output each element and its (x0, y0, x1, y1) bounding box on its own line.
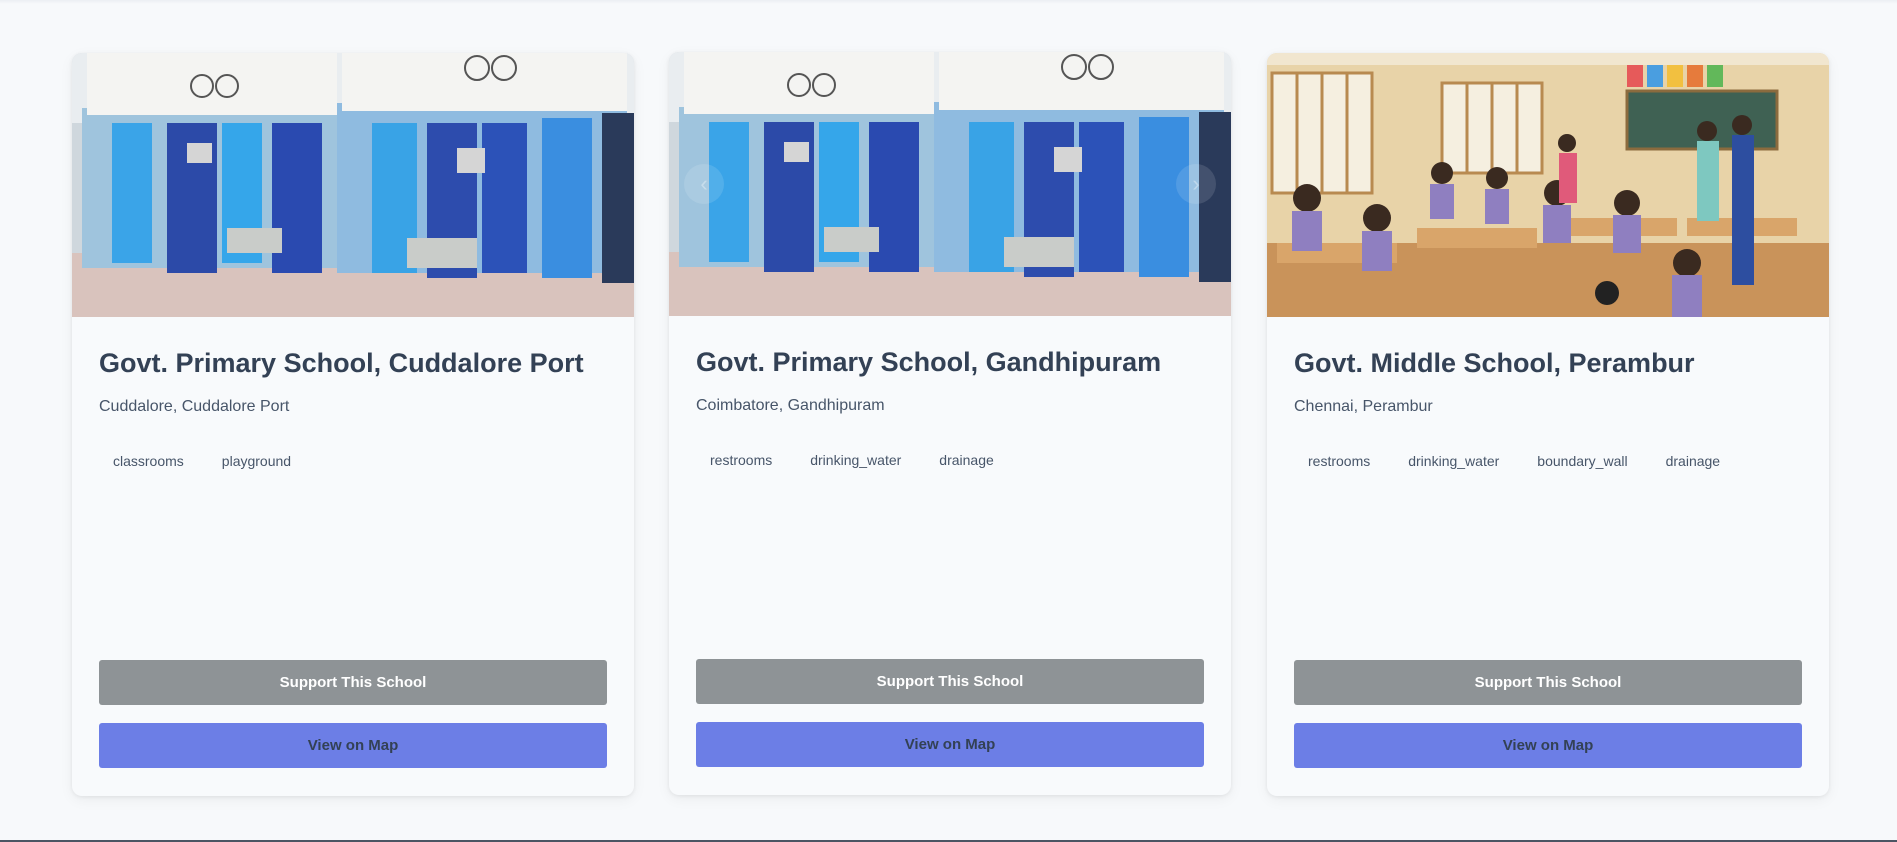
school-photo: ‹ › (669, 52, 1231, 316)
facility-tag: classrooms (113, 453, 184, 469)
school-card: ‹ › Govt. Primary School, Gandhipuram Co… (669, 52, 1231, 795)
school-photo (72, 53, 634, 317)
school-title: Govt. Primary School, Cuddalore Port (99, 348, 584, 378)
school-location: Cuddalore, Cuddalore Port (99, 398, 290, 415)
school-card: Govt. Primary School, Cuddalore Port Cud… (72, 53, 634, 796)
carousel-next-icon[interactable]: › (1176, 164, 1216, 204)
facility-tag: drinking_water (1408, 453, 1500, 469)
school-location: Coimbatore, Gandhipuram (696, 397, 885, 414)
facility-tags: restrooms drinking_water drainage (696, 446, 1008, 474)
support-school-button[interactable]: Support This School (1294, 660, 1802, 705)
facility-tags: restrooms drinking_water boundary_wall d… (1294, 447, 1734, 475)
facility-tag: boundary_wall (1537, 453, 1628, 469)
school-photo (1267, 53, 1829, 317)
view-on-map-button[interactable]: View on Map (1294, 723, 1802, 768)
facility-tags: classrooms playground (99, 447, 305, 475)
school-title: Govt. Primary School, Gandhipuram (696, 347, 1162, 377)
carousel-prev-icon[interactable]: ‹ (684, 164, 724, 204)
facility-tag: restrooms (1308, 453, 1371, 469)
view-on-map-button[interactable]: View on Map (696, 722, 1204, 767)
facility-tag: drinking_water (810, 452, 902, 468)
school-title: Govt. Middle School, Perambur (1294, 348, 1695, 378)
facility-tag: drainage (939, 452, 994, 468)
facility-tag: playground (221, 453, 292, 469)
view-on-map-button[interactable]: View on Map (99, 723, 607, 768)
support-school-button[interactable]: Support This School (696, 659, 1204, 704)
page-top-shadow (0, 0, 1897, 4)
support-school-button[interactable]: Support This School (99, 660, 607, 705)
school-location: Chennai, Perambur (1294, 398, 1433, 415)
school-card: Govt. Middle School, Perambur Chennai, P… (1267, 53, 1829, 796)
facility-tag: drainage (1665, 453, 1721, 469)
facility-tag: restrooms (710, 452, 773, 468)
